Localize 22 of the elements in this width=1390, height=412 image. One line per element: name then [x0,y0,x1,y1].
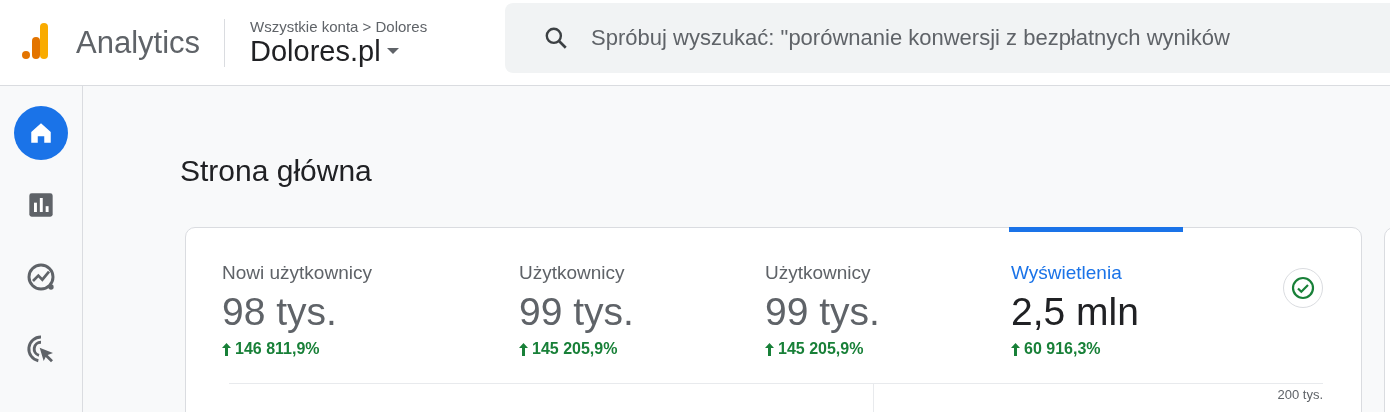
page-title: Strona główna [180,154,373,189]
metric-tab[interactable]: Wyświetlenia 2,5 mln 60 916,3% [1009,227,1183,383]
metric-tab[interactable]: Nowi użytkownicy 98 tys. 146 811,9% [222,227,519,383]
search-field[interactable]: Spróbuj wyszukać: "porównanie konwersji z bezpłatnych wyników [589,23,1390,52]
nav-button[interactable] [14,106,68,160]
breadcrumb[interactable]: Wszystkie konta > Dolores [250,17,496,35]
analytics-logo-icon [22,20,48,61]
arrow-up-icon [765,342,774,356]
arrow-up-icon [222,342,231,356]
check-circle-icon [1291,276,1315,300]
search-bar[interactable]: Spróbuj wyszukać: "porównanie konwersji z bezpłatnych wyników [505,2,1390,73]
check-button[interactable] [1283,268,1323,308]
metric-tab[interactable]: Użytkownicy 99 tys. 145 205,9% [519,227,765,383]
axis-label: 200 tys. [1277,386,1323,404]
product-name: Analytics [76,24,201,61]
property-selector[interactable]: Dolores.pl [250,34,399,68]
metric-tab[interactable]: Użytkownicy 99 tys. 145 205,9% [765,227,1011,383]
trend-chart-icon [25,261,57,293]
arrow-up-icon [1011,342,1020,356]
bar-chart-icon [27,191,55,219]
dropdown-caret-icon [386,48,399,54]
arrow-up-icon [519,342,528,356]
